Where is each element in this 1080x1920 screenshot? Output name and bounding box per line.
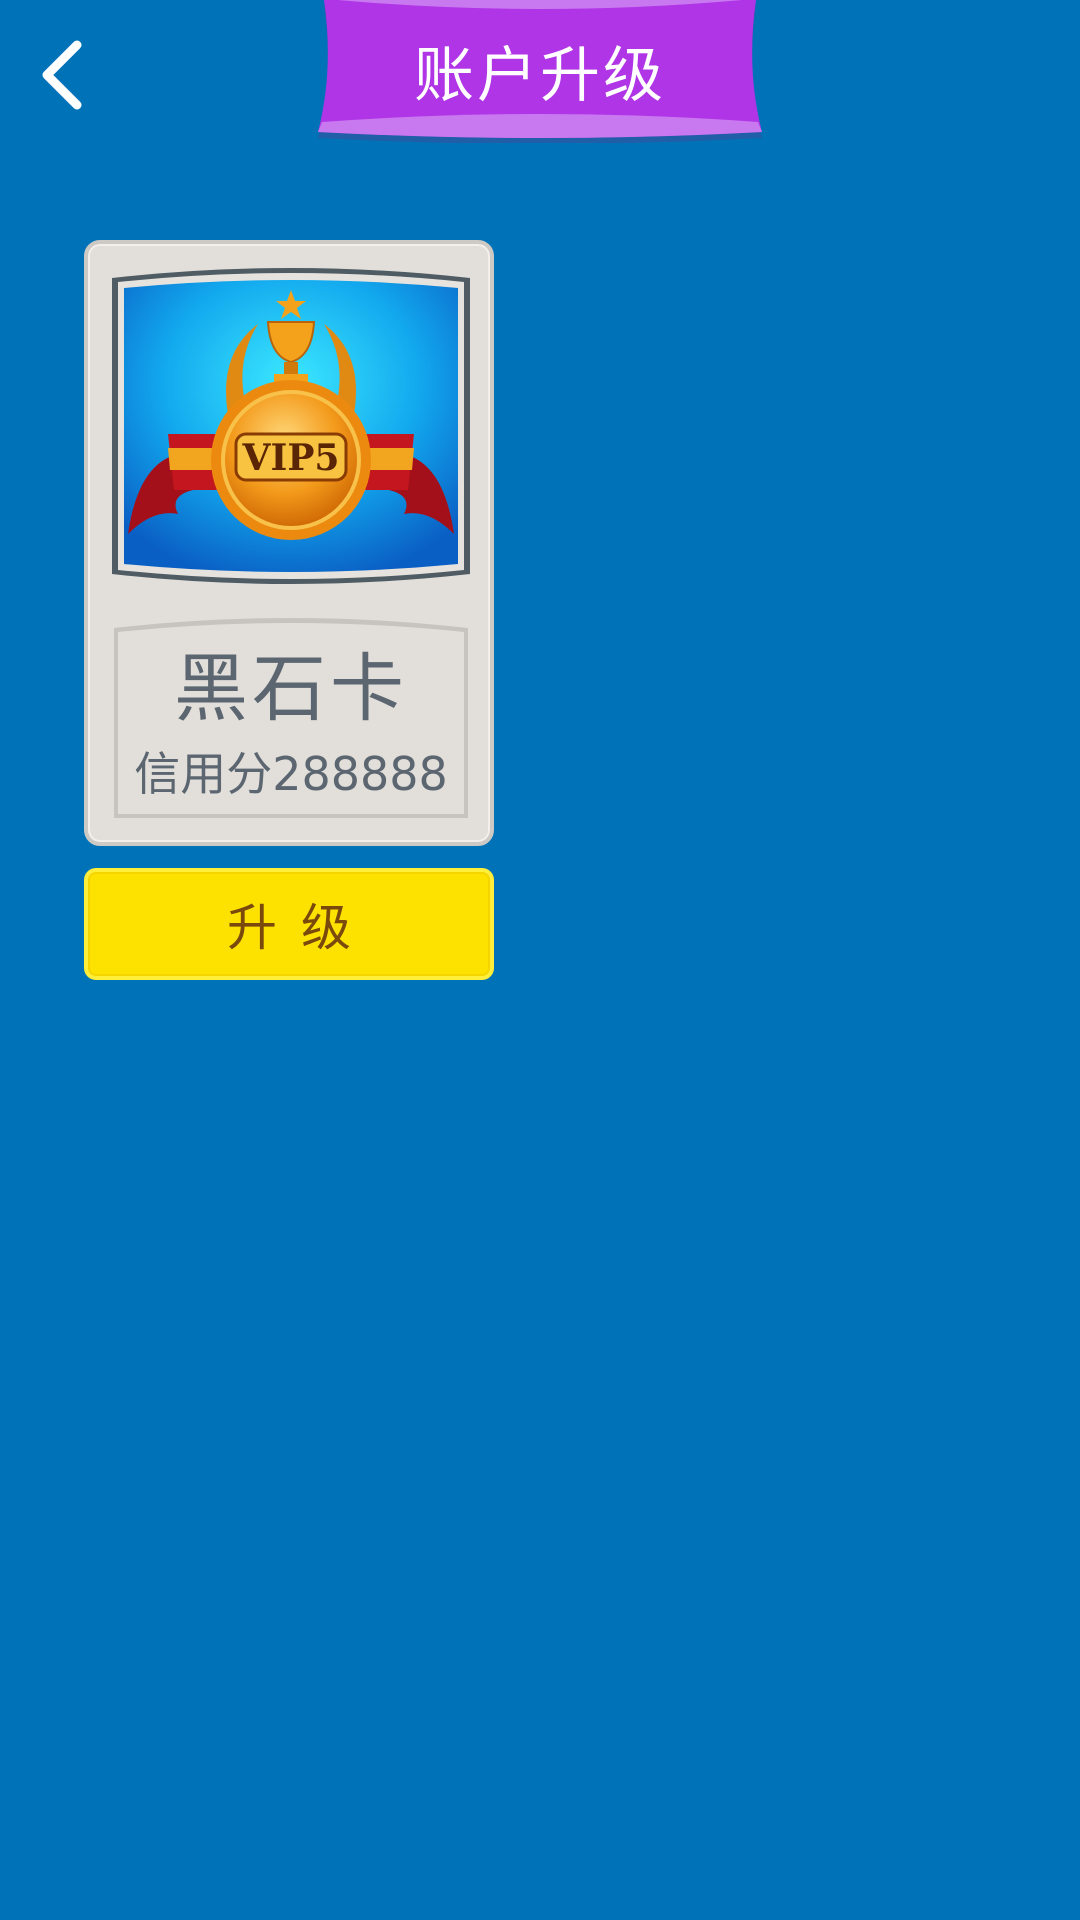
card-info-panel: 黑石卡 信用分288888 — [112, 614, 470, 820]
vip-card: VIP5 黑石卡 信用分288888 — [84, 240, 494, 846]
credit-score: 信用分288888 — [134, 747, 448, 801]
back-button[interactable] — [30, 30, 94, 120]
vip-level-text: VIP5 — [242, 437, 340, 479]
chevron-left-icon — [42, 40, 82, 110]
title-banner: 账户升级 — [318, 0, 762, 143]
vip-badge-frame: VIP5 — [108, 264, 474, 590]
upgrade-button[interactable]: 升级 — [84, 868, 494, 980]
card-name: 黑石卡 — [174, 646, 408, 732]
page-title: 账户升级 — [414, 40, 666, 111]
